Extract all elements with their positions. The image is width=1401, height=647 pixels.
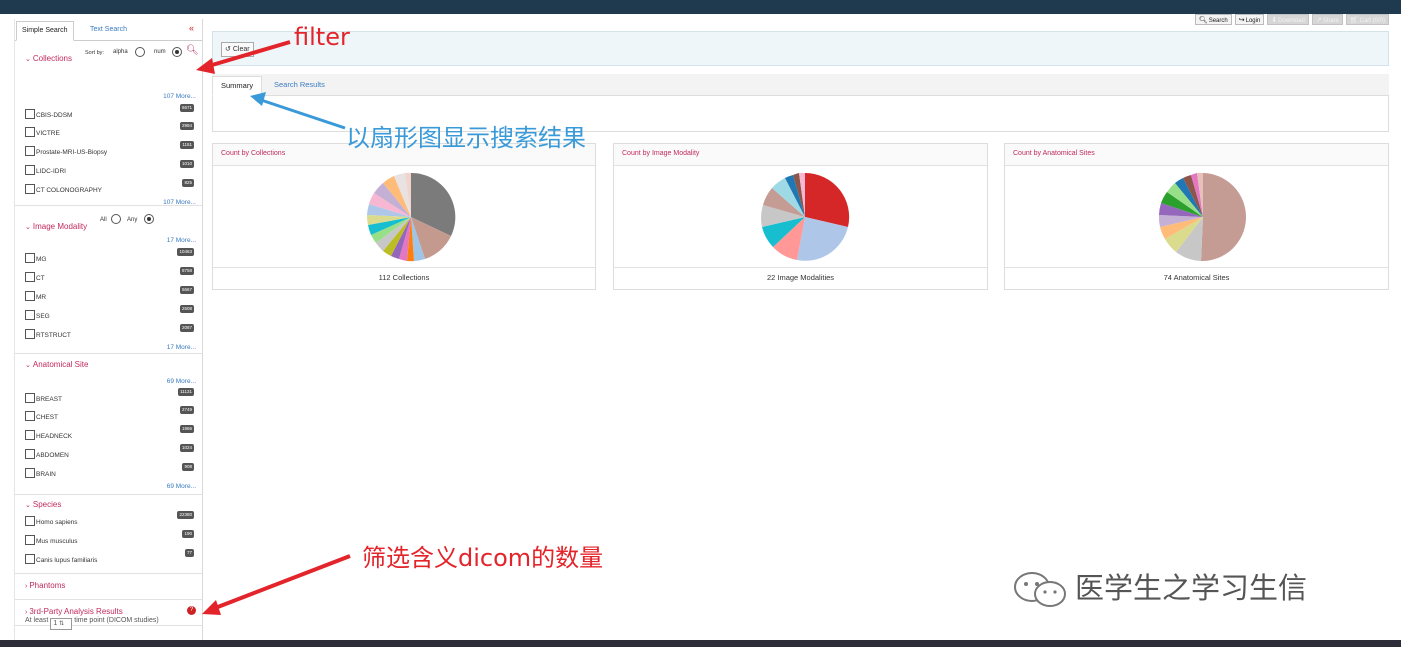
annotation-arrows: [196, 40, 351, 615]
red-arrowhead: [196, 58, 215, 74]
blue-arrowhead: [250, 92, 266, 106]
annotation-pie-note: 以扇形图显示搜索结果: [346, 124, 586, 152]
red-arrowhead: [202, 600, 221, 615]
annotation-filter: filter: [294, 23, 350, 51]
annotation-count-note: 筛选含义dicom的数量: [362, 544, 604, 572]
wechat-icon: [1014, 572, 1066, 607]
bottom-bar: [0, 640, 1401, 647]
red-arrow-filter: [201, 40, 291, 70]
watermark-text: 医学生之学习生信: [1075, 571, 1308, 605]
red-arrow-count: [209, 554, 351, 612]
blue-arrow: [257, 97, 346, 130]
